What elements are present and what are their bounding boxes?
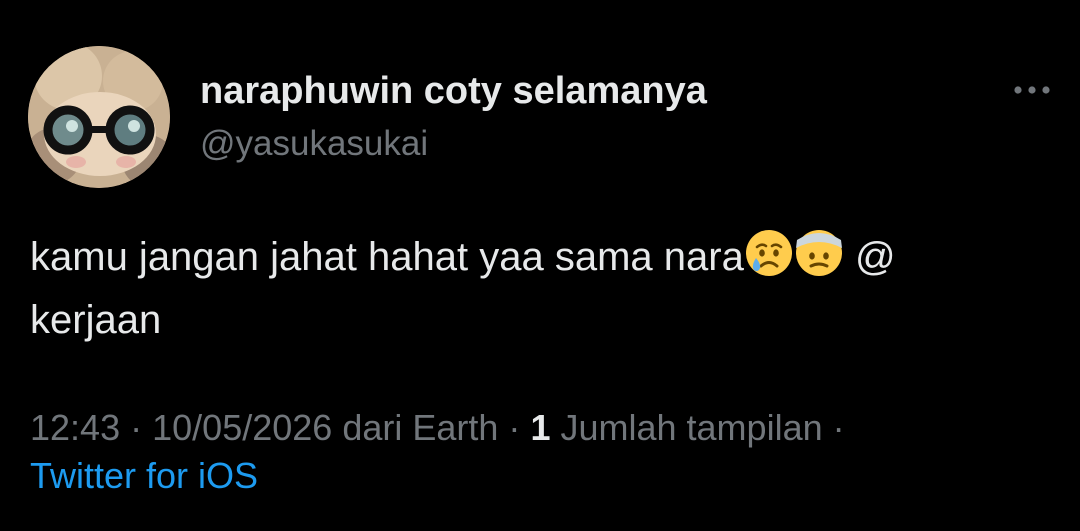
crying-face-icon (744, 228, 794, 278)
tweet-time[interactable]: 12:43 (30, 407, 120, 448)
tweet-meta: 12:43 · 10/05/2026 dari Earth · 1 Jumlah… (30, 404, 1060, 500)
tweet: naraphuwin coty selamanya @yasukasukai k… (0, 0, 1080, 531)
meta-separator: · (832, 407, 845, 448)
tweet-text-body: kamu jangan jahat hahat yaa sama nara (30, 235, 744, 279)
avatar[interactable] (28, 46, 170, 188)
tweet-text-line-2: kerjaan (30, 298, 162, 342)
tweet-date[interactable]: 10/05/2026 (152, 407, 332, 448)
avatar-image (28, 46, 170, 188)
user-handle[interactable]: @yasukasukai (200, 124, 428, 164)
face-with-head-bandage-icon (794, 228, 844, 278)
tweet-text-mention: @ (854, 235, 896, 279)
meta-separator: · (130, 407, 143, 448)
views-label[interactable]: Jumlah tampilan (560, 407, 822, 448)
tweet-source-link[interactable]: Twitter for iOS (30, 452, 1060, 500)
views-count[interactable]: 1 (530, 407, 550, 448)
tweet-meta-row-1: 12:43 · 10/05/2026 dari Earth · 1 Jumlah… (30, 404, 1060, 452)
more-horizontal-icon (1014, 86, 1050, 94)
tweet-text: kamu jangan jahat hahat yaa sama nara @ (30, 226, 1060, 352)
more-options-button[interactable] (1010, 78, 1054, 102)
display-name[interactable]: naraphuwin coty selamanya (200, 70, 707, 113)
meta-separator: · (508, 407, 521, 448)
tweet-text-line-1: kamu jangan jahat hahat yaa sama nara @ (30, 226, 1060, 289)
tweet-location: dari Earth (342, 407, 499, 448)
